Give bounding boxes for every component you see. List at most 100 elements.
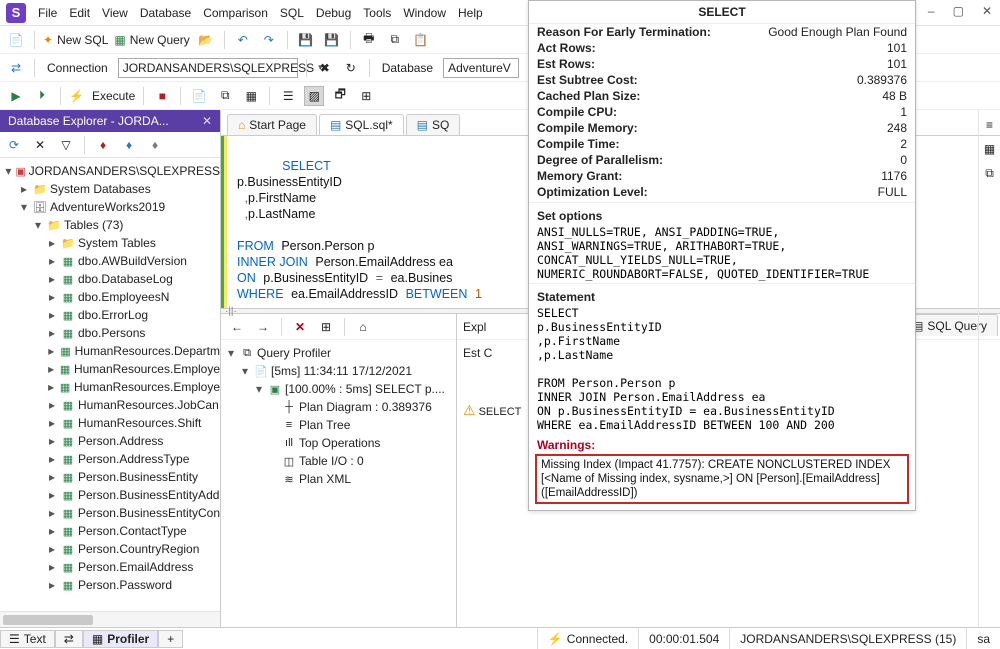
prof-back-icon[interactable]: ←: [227, 317, 247, 337]
prof-clear-icon[interactable]: ✕: [290, 317, 310, 337]
tree-table-item[interactable]: HumanResources.Shift: [78, 416, 201, 430]
explorer-hscroll[interactable]: [0, 611, 220, 627]
table-io-item[interactable]: Table I/O : 0: [299, 454, 364, 468]
redo-icon[interactable]: ↷: [259, 30, 279, 50]
status-tab-text[interactable]: ☰Text: [0, 630, 55, 648]
plan-root-select[interactable]: SELECT: [479, 406, 522, 418]
tab-sql-active[interactable]: ▤SQL.sql*: [319, 114, 404, 135]
new-query-button[interactable]: ▦New Query: [114, 33, 189, 47]
plan-xml-item[interactable]: Plan XML: [299, 472, 351, 486]
plug-icon[interactable]: ⇄: [6, 58, 26, 78]
stop-icon[interactable]: ■: [152, 86, 172, 106]
new-item-icon[interactable]: 📄: [6, 30, 26, 50]
status-tab-arrows[interactable]: ⇄: [55, 630, 83, 648]
tree-table-item[interactable]: dbo.AWBuildVersion: [78, 254, 187, 268]
window-maximize[interactable]: ▢: [953, 4, 964, 18]
tree-table-item[interactable]: Person.Address: [78, 434, 163, 448]
filter-tree-icon[interactable]: ▽: [56, 135, 76, 155]
tree-table-item[interactable]: dbo.EmployeesN: [78, 290, 169, 304]
tree-table-item[interactable]: HumanResources.Employe: [74, 380, 220, 394]
tool-c-icon[interactable]: ▦: [241, 86, 261, 106]
menu-database[interactable]: Database: [140, 6, 191, 20]
tree-table-item[interactable]: Person.BusinessEntityCon: [78, 506, 220, 520]
right-tool-2-icon[interactable]: ▦: [981, 140, 999, 158]
database-combo[interactable]: AdventureV: [443, 58, 519, 78]
plan-diagram-item[interactable]: Plan Diagram : 0.389376: [299, 400, 432, 414]
database-tree[interactable]: ▾▣JORDANSANDERS\SQLEXPRESS ▸📁System Data…: [0, 158, 220, 611]
tree-table-item[interactable]: Person.AddressType: [78, 452, 189, 466]
save-icon[interactable]: 💾: [296, 30, 316, 50]
tree-table-item[interactable]: HumanResources.JobCan: [78, 398, 219, 412]
top-ops-item[interactable]: Top Operations: [299, 436, 380, 450]
plan-tree-item[interactable]: Plan Tree: [299, 418, 350, 432]
database-explorer-close-icon[interactable]: ✕: [202, 114, 212, 128]
tool-a-icon[interactable]: 📄: [189, 86, 209, 106]
tree-table-item[interactable]: Person.EmailAddress: [78, 560, 193, 574]
connection-label: Connection: [43, 61, 112, 75]
tree-table-item[interactable]: HumanResources.Departm: [75, 344, 220, 358]
menu-sql[interactable]: SQL: [280, 6, 304, 20]
tool-b-icon[interactable]: ⧉: [215, 86, 235, 106]
tree-table-item[interactable]: Person.BusinessEntityAdd: [78, 488, 219, 502]
tool-g-icon[interactable]: ⊞: [356, 86, 376, 106]
profiler-tree[interactable]: ▾⧉Query Profiler ▾📄[5ms] 11:34:11 17/12/…: [221, 340, 456, 627]
status-tab-add[interactable]: +: [158, 630, 183, 648]
prof-root-icon[interactable]: ⌂: [353, 317, 373, 337]
status-tab-profiler[interactable]: ▦Profiler: [83, 630, 158, 648]
menu-comparison[interactable]: Comparison: [203, 6, 268, 20]
refresh-tree-icon[interactable]: ⟳: [4, 135, 24, 155]
collapse-tree-icon[interactable]: ✕: [30, 135, 50, 155]
tool-e-icon[interactable]: ▨: [304, 86, 324, 106]
right-tool-3-icon[interactable]: ⧉: [981, 164, 999, 182]
tab-start-page[interactable]: ⌂Start Page: [227, 114, 317, 135]
tree-table-item[interactable]: dbo.ErrorLog: [78, 308, 148, 322]
tooltip-warn-body: Missing Index (Impact 41.7757): CREATE N…: [535, 454, 909, 504]
tree-server[interactable]: JORDANSANDERS\SQLEXPRESS: [29, 164, 220, 178]
tree-table-item[interactable]: Person.CountryRegion: [78, 542, 199, 556]
menu-view[interactable]: View: [102, 6, 128, 20]
filter-blue-icon[interactable]: ♦: [119, 135, 139, 155]
db-disconnect-icon[interactable]: ✖: [315, 58, 335, 78]
db-reconnect-icon[interactable]: ↻: [341, 58, 361, 78]
tree-table-item[interactable]: Person.BusinessEntity: [78, 470, 198, 484]
copy-icon[interactable]: ⧉: [385, 30, 405, 50]
tree-table-item[interactable]: dbo.Persons: [78, 326, 145, 340]
undo-icon[interactable]: ↶: [233, 30, 253, 50]
tooltip-prop-val: 2: [900, 137, 907, 151]
folder-icon: 📁: [46, 219, 62, 232]
print-icon[interactable]: 🖶: [359, 30, 379, 50]
menu-debug[interactable]: Debug: [316, 6, 351, 20]
tree-table-item[interactable]: HumanResources.Employe: [74, 362, 220, 376]
tool-f-icon[interactable]: 🗗: [330, 86, 350, 106]
new-sql-button[interactable]: ✦New SQL: [43, 33, 108, 47]
menu-window[interactable]: Window: [403, 6, 446, 20]
connection-combo[interactable]: JORDANSANDERS\SQLEXPRESS▾: [118, 58, 298, 78]
prof-tree-icon[interactable]: ⊞: [316, 317, 336, 337]
tab-sql-2[interactable]: ▤SQ: [406, 114, 461, 135]
menu-tools[interactable]: Tools: [363, 6, 391, 20]
dbexec-icon-1[interactable]: ▶: [6, 86, 26, 106]
tree-table-item[interactable]: dbo.DatabaseLog: [78, 272, 173, 286]
tree-db[interactable]: AdventureWorks2019: [50, 200, 165, 214]
right-tool-1-icon[interactable]: ≡: [981, 116, 999, 134]
paste-icon[interactable]: 📋: [411, 30, 431, 50]
tree-sysdb[interactable]: System Databases: [50, 182, 151, 196]
menu-edit[interactable]: Edit: [69, 6, 90, 20]
dbexec-icon-2[interactable]: ⏵: [32, 86, 52, 106]
tree-table-item[interactable]: Person.Password: [78, 578, 172, 592]
tree-systables[interactable]: System Tables: [78, 236, 156, 250]
tooltip-prop-key: Act Rows:: [537, 41, 887, 55]
menu-file[interactable]: File: [38, 6, 57, 20]
menu-help[interactable]: Help: [458, 6, 483, 20]
window-minimize[interactable]: –: [928, 4, 935, 18]
filter-red-icon[interactable]: ♦: [93, 135, 113, 155]
tool-d-icon[interactable]: ☰: [278, 86, 298, 106]
tree-tables-folder[interactable]: Tables (73): [64, 218, 123, 232]
window-close[interactable]: ✕: [982, 4, 992, 18]
prof-fwd-icon[interactable]: →: [253, 317, 273, 337]
tree-table-item[interactable]: Person.ContactType: [78, 524, 187, 538]
execute-button[interactable]: Execute: [92, 89, 135, 103]
save-all-icon[interactable]: 💾: [322, 30, 342, 50]
filter-gray-icon[interactable]: ♦: [145, 135, 165, 155]
open-icon[interactable]: 📂: [196, 30, 216, 50]
